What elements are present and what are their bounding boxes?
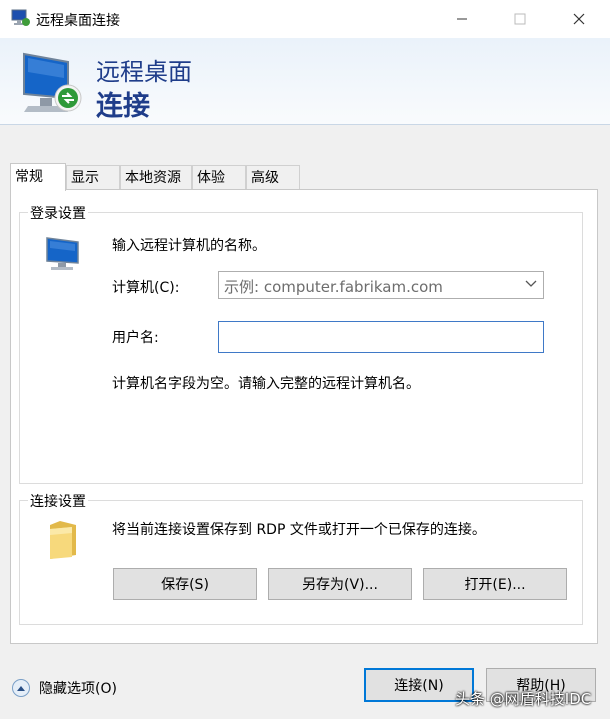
banner-title-line2: 连接 — [96, 91, 150, 122]
connection-settings-group: 连接设置 将当前连接设置保存到 RDP 文件或打开一个已保存的连接。 保存(S)… — [19, 491, 583, 625]
tab-local-resources[interactable]: 本地资源 — [120, 165, 192, 189]
chevron-down-icon[interactable] — [525, 277, 537, 295]
login-settings-legend: 登录设置 — [28, 203, 88, 223]
computer-combobox[interactable]: 示例: computer.fabrikam.com — [218, 271, 544, 299]
tab-general[interactable]: 常规 — [10, 163, 66, 191]
header-banner: 远程桌面 连接 — [0, 38, 610, 125]
computer-placeholder: 示例: computer.fabrikam.com — [224, 278, 443, 296]
maximize-button[interactable] — [490, 0, 550, 38]
maximize-icon — [514, 13, 526, 25]
tab-experience[interactable]: 体验 — [192, 165, 246, 189]
hide-options-label[interactable]: 隐藏选项(O) — [39, 678, 117, 698]
chevron-up-icon[interactable] — [12, 679, 30, 697]
login-settings-group: 登录设置 输入远程计算机的名称。 计算机(C): 示例: computer.fa… — [19, 203, 583, 484]
minimize-button[interactable] — [432, 0, 492, 38]
close-icon — [573, 13, 585, 25]
folder-icon — [50, 521, 76, 559]
connection-settings-description: 将当前连接设置保存到 RDP 文件或打开一个已保存的连接。 — [112, 522, 486, 538]
close-button[interactable] — [549, 0, 609, 38]
open-button[interactable]: 打开(E)... — [423, 568, 567, 600]
remote-desktop-app-icon — [11, 9, 30, 26]
computer-label: 计算机(C): — [112, 280, 180, 296]
username-label: 用户名: — [112, 330, 159, 346]
title-bar: 远程桌面连接 — [0, 0, 610, 38]
window-title: 远程桌面连接 — [36, 13, 120, 29]
tab-panel-general: 登录设置 输入远程计算机的名称。 计算机(C): 示例: computer.fa… — [10, 189, 598, 644]
computer-icon — [46, 237, 79, 270]
remote-desktop-icon — [23, 52, 82, 112]
minimize-icon — [457, 18, 467, 20]
save-as-button[interactable]: 另存为(V)... — [268, 568, 412, 600]
tab-display[interactable]: 显示 — [66, 165, 120, 189]
watermark-text: 头条 @网盾科技IDC — [455, 690, 592, 708]
empty-computer-warning: 计算机名字段为空。请输入完整的远程计算机名。 — [112, 376, 420, 392]
tab-advanced[interactable]: 高级 — [246, 165, 300, 189]
hide-options-toggle[interactable]: 隐藏选项(O) — [12, 678, 117, 698]
username-input[interactable] — [218, 321, 544, 353]
connection-settings-legend: 连接设置 — [28, 491, 88, 511]
banner-title-line1: 远程桌面 — [96, 58, 192, 86]
save-button[interactable]: 保存(S) — [113, 568, 257, 600]
computer-name-instruction: 输入远程计算机的名称。 — [112, 238, 266, 254]
